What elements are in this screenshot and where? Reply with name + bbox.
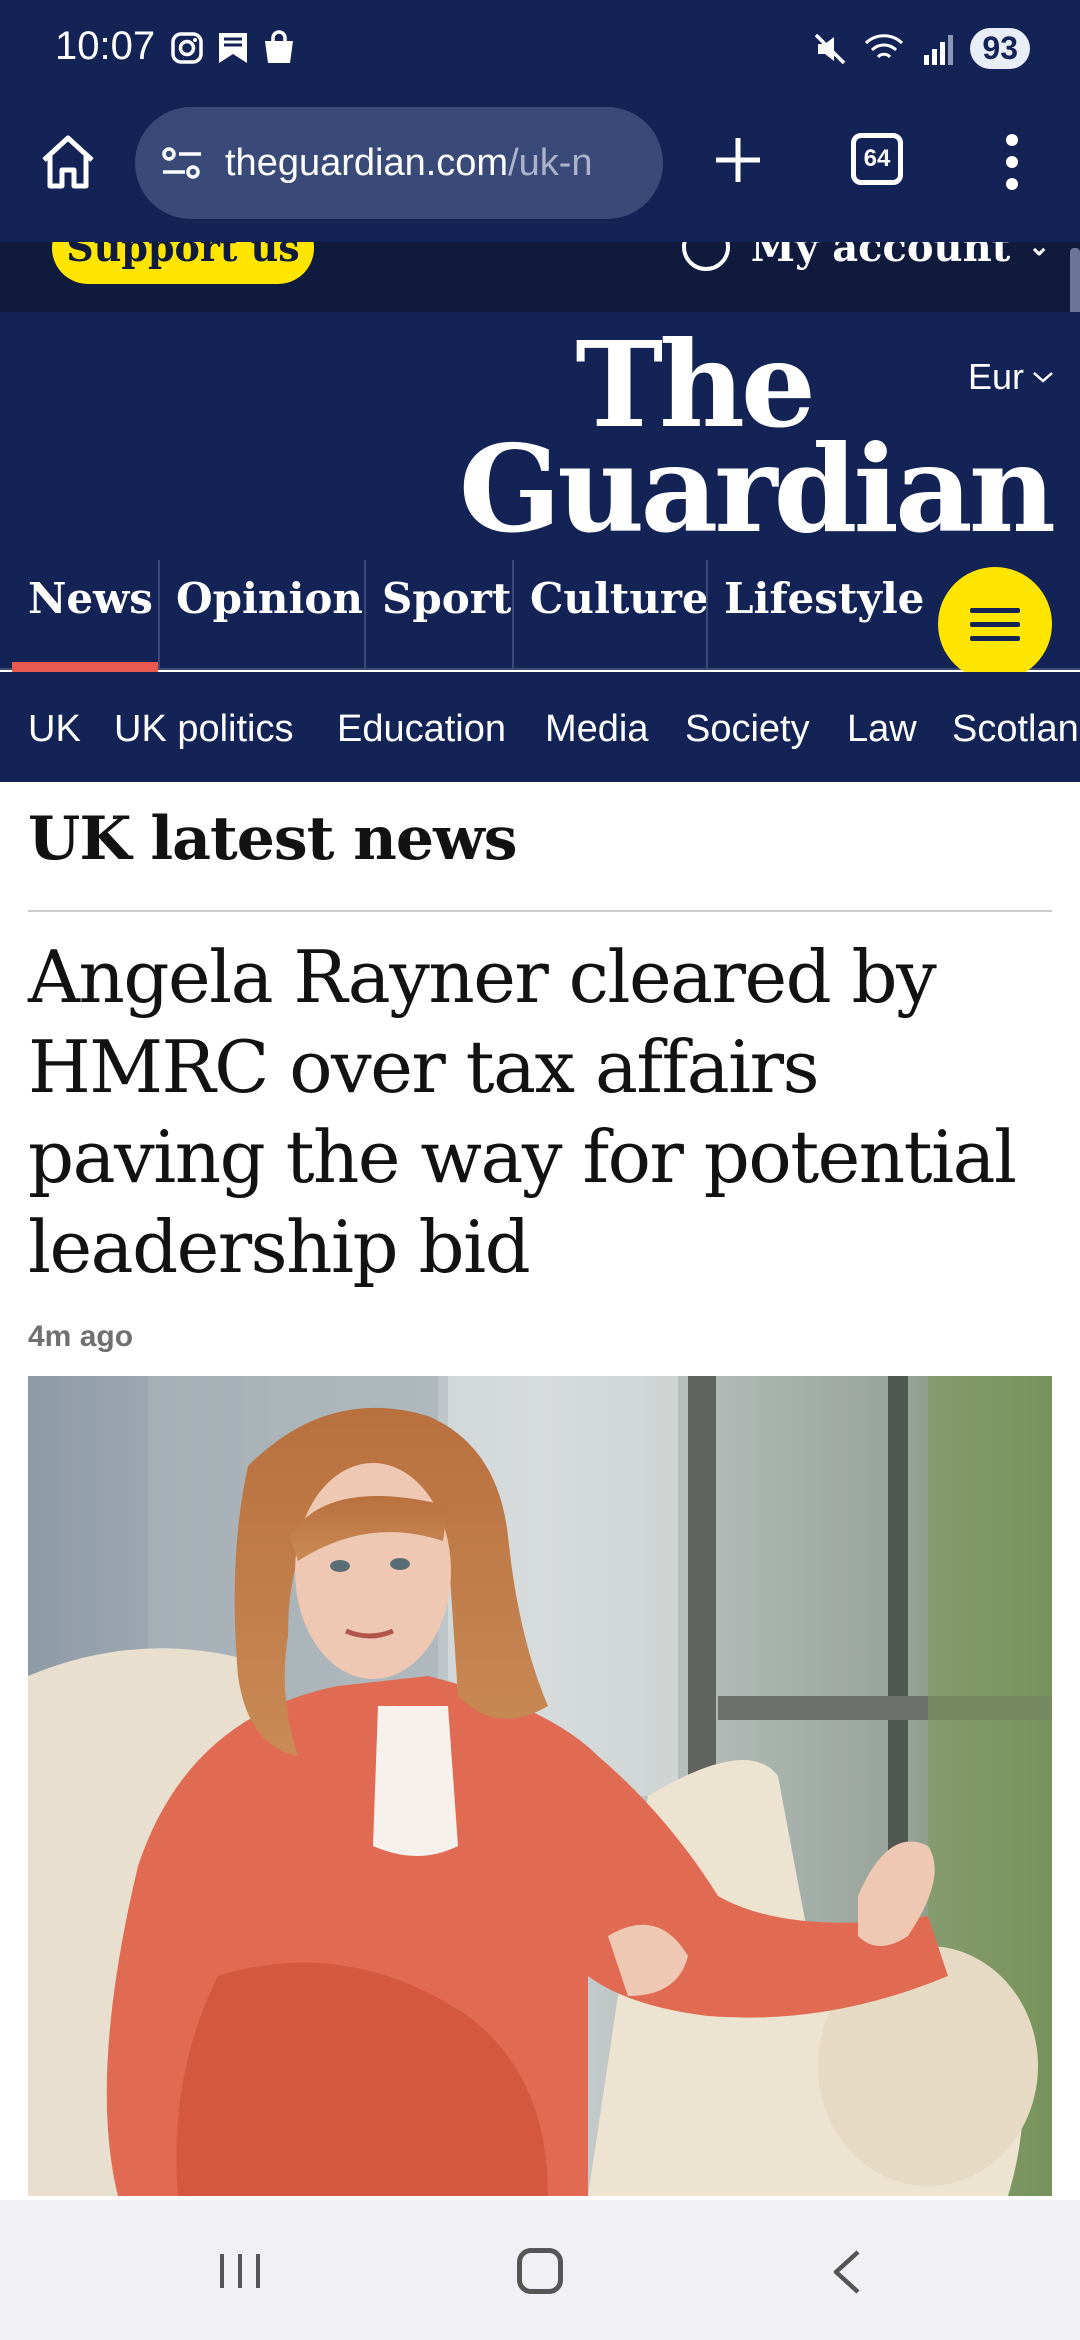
notification-icons [170,30,296,66]
pillar-label: Lifestyle [724,574,925,623]
subnav-education[interactable]: Education [337,708,506,751]
site-settings-icon[interactable] [159,140,205,186]
main-content: UK latest news Angela Rayner cleared by … [0,782,1080,2200]
system-icons: 93 [812,28,1030,69]
pillar-label: Culture [530,574,709,623]
tab-switcher-button[interactable]: 64 [851,133,903,185]
edition-label: Eur [967,356,1024,397]
subnav-law[interactable]: Law [847,708,917,751]
more-options-icon[interactable] [1000,130,1024,194]
menu-line [970,636,1020,641]
article-headline[interactable]: Angela Rayner cleared by HMRC over tax a… [28,932,1058,1292]
mute-icon [815,33,846,64]
active-pillar-indicator [12,662,158,672]
section-subnav: UK UK politics Education Media Society L… [0,672,1080,782]
url-text[interactable]: theguardian.com/uk-n [225,142,593,185]
masthead: The Guardian Eur [0,312,1080,582]
home-nav-icon[interactable] [517,2248,563,2294]
wifi-icon [865,33,904,58]
pillar-news[interactable]: News [12,560,158,672]
instagram-icon [171,32,203,64]
pillar-label: Opinion [176,574,363,623]
article-image[interactable] [28,1376,1052,2196]
edition-selector[interactable]: Eur [968,356,1054,398]
pillar-label: Sport [382,574,512,623]
shopping-bag-icon [265,30,293,63]
pillar-lifestyle[interactable]: Lifestyle [706,560,926,670]
pillar-nav: News Opinion Sport Culture Lifestyle [0,560,1080,681]
subnav-uk-politics[interactable]: UK politics [114,708,294,751]
recent-apps-icon[interactable] [216,2250,264,2292]
pillar-sport[interactable]: Sport [364,560,512,670]
back-icon[interactable] [826,2248,866,2296]
bookmark-icon [219,33,247,63]
new-tab-icon[interactable] [710,132,766,188]
url-path: /uk-n [508,141,593,184]
address-bar[interactable]: theguardian.com/uk-n [135,107,663,219]
logo-line-2: Guardian [458,419,1056,560]
subnav-scotland[interactable]: Scotlan [952,708,1079,751]
subnav-uk[interactable]: UK [28,708,81,751]
account-icon [681,242,730,271]
home-icon[interactable] [36,130,100,194]
url-host: theguardian.com [225,141,509,184]
subnav-society[interactable]: Society [685,708,810,751]
divider [28,910,1052,912]
pillar-opinion[interactable]: Opinion [158,560,364,670]
system-nav-bar [0,2200,1080,2340]
menu-button[interactable] [938,567,1052,681]
signal-icon [924,34,954,65]
browser-toolbar: theguardian.com/uk-n 64 [0,100,1080,242]
status-bar: 10:07 93 [0,0,1080,100]
account-label: My account [750,242,1011,271]
article-timestamp: 4m ago [28,1320,134,1353]
menu-line [970,622,1020,627]
status-time: 10:07 [55,24,156,68]
chevron-down-icon [1033,372,1053,383]
pillar-label: News [28,574,153,623]
guardian-logo[interactable]: The Guardian [458,326,1056,560]
guardian-top-strip: Support us My account ⌄ [0,242,1080,312]
battery-indicator: 93 [970,28,1030,69]
my-account-link[interactable]: My account ⌄ [679,242,1050,274]
article-photo [28,1376,1052,2196]
chevron-down-icon: ⌄ [1028,242,1050,262]
pillar-culture[interactable]: Culture [512,560,709,670]
subnav-media[interactable]: Media [545,708,649,751]
page-title: UK latest news [28,804,518,874]
support-us-button[interactable]: Support us [52,242,314,284]
menu-line [970,608,1020,613]
